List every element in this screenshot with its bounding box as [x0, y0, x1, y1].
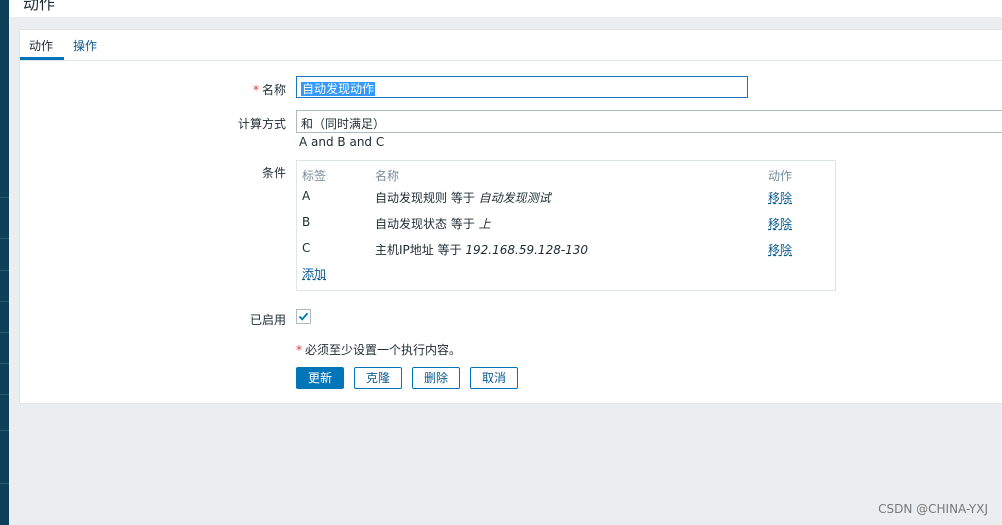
enabled-label: 已启用: [249, 313, 286, 327]
remove-condition-link[interactable]: 移除: [768, 241, 792, 258]
remove-condition-link[interactable]: 移除: [768, 215, 792, 232]
nav-divider: [0, 363, 9, 364]
add-condition-link[interactable]: 添加: [302, 265, 326, 282]
nav-divider: [0, 332, 9, 333]
action-form-panel: 动作 操作 * 名称 自动发现动作 计算方式 和（同时满足） A and B an…: [19, 29, 1002, 404]
condition-formula: A and B and C: [299, 135, 385, 149]
nav-divider: [0, 197, 9, 198]
cancel-button[interactable]: 取消: [470, 367, 518, 389]
row-tag: C: [302, 241, 311, 255]
left-navigation-bar: [0, 0, 9, 525]
nav-divider: [0, 270, 9, 271]
watermark: CSDN @CHINA-YXJ: [878, 502, 988, 516]
page-header: 动作: [9, 0, 1002, 17]
checkmark-icon: [298, 312, 309, 321]
conditions-table: 标签 名称 动作 A 自动发现规则 等于 自动发现测试 移除 B 自动发现状态 …: [296, 160, 836, 291]
tab-action[interactable]: 动作: [29, 37, 53, 54]
delete-button[interactable]: 删除: [412, 367, 460, 389]
name-input[interactable]: 自动发现动作: [296, 76, 748, 98]
required-note: * 必须至少设置一个执行内容。: [296, 343, 462, 357]
name-label: * 名称: [252, 83, 286, 97]
nav-divider: [0, 301, 9, 302]
row-tag: A: [302, 189, 311, 203]
enabled-checkbox[interactable]: [296, 309, 311, 324]
column-header-tag: 标签: [302, 169, 327, 183]
row-condition: 自动发现规则 等于 自动发现测试: [375, 191, 551, 205]
page-title: 动作: [23, 0, 56, 13]
row-condition: 主机IP地址 等于 192.168.59.128-130: [375, 243, 589, 257]
nav-divider: [0, 483, 9, 484]
column-header-action: 动作: [768, 169, 793, 183]
conditions-label: 条件: [261, 166, 286, 180]
required-asterisk: *: [252, 83, 259, 97]
name-input-value: 自动发现动作: [301, 82, 376, 96]
tab-bar: 动作 操作: [20, 30, 1002, 61]
row-condition: 自动发现状态 等于 上: [375, 217, 491, 231]
clone-button[interactable]: 克隆: [354, 367, 402, 389]
required-asterisk: *: [296, 343, 302, 357]
calc-method-value: 和（同时满足）: [301, 117, 386, 131]
column-header-name: 名称: [375, 169, 400, 183]
nav-divider: [0, 238, 9, 239]
calc-method-select[interactable]: 和（同时满足）: [296, 110, 1002, 133]
calc-method-label: 计算方式: [237, 117, 286, 131]
remove-condition-link[interactable]: 移除: [768, 189, 792, 206]
update-button[interactable]: 更新: [296, 367, 344, 389]
active-tab-indicator: [20, 57, 64, 60]
row-tag: B: [302, 215, 311, 229]
tab-operations[interactable]: 操作: [73, 37, 97, 54]
nav-divider: [0, 430, 9, 431]
nav-divider: [0, 394, 9, 395]
